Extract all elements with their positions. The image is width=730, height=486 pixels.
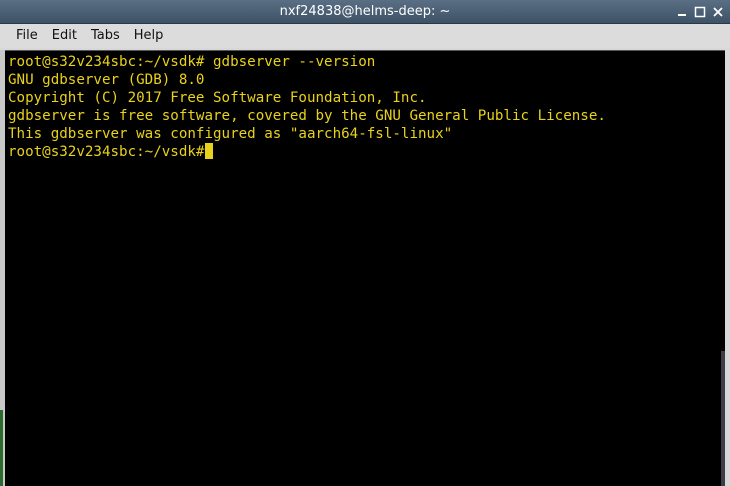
window-title: nxf24838@helms-deep: ~ <box>279 4 451 19</box>
prompt-text: root@s32v234sbc:~/vsdk# <box>8 144 205 160</box>
menu-edit[interactable]: Edit <box>45 25 84 47</box>
terminal-line-prompt: root@s32v234sbc:~/vsdk# <box>8 143 725 161</box>
background-window-edge <box>0 410 3 486</box>
window-controls <box>674 4 726 20</box>
maximize-button[interactable] <box>692 4 708 20</box>
minimize-icon <box>678 14 686 16</box>
terminal-output[interactable]: root@s32v234sbc:~/vsdk# gdbserver --vers… <box>5 50 725 486</box>
close-icon <box>713 7 723 17</box>
terminal-lines: root@s32v234sbc:~/vsdk# gdbserver --vers… <box>8 53 725 161</box>
terminal-scrollbar[interactable] <box>721 51 725 486</box>
text-cursor <box>205 143 214 159</box>
scrollbar-thumb[interactable] <box>721 351 725 486</box>
minimize-button[interactable] <box>674 4 690 20</box>
title-bar[interactable]: nxf24838@helms-deep: ~ <box>0 0 730 24</box>
close-button[interactable] <box>710 4 726 20</box>
menu-file[interactable]: File <box>9 25 45 47</box>
maximize-icon <box>694 6 706 18</box>
menu-bar: File Edit Tabs Help <box>0 24 730 48</box>
menu-help[interactable]: Help <box>127 25 171 47</box>
terminal-line-license: gdbserver is free software, covered by t… <box>8 108 606 124</box>
terminal-line-version: GNU gdbserver (GDB) 8.0 <box>8 72 205 88</box>
terminal-window: nxf24838@helms-deep: ~ File Edit Tabs He… <box>0 0 730 486</box>
terminal-line-config: This gdbserver was configured as "aarch6… <box>8 126 453 142</box>
terminal-line-command: root@s32v234sbc:~/vsdk# gdbserver --vers… <box>8 54 376 70</box>
terminal-line-copyright: Copyright (C) 2017 Free Software Foundat… <box>8 90 427 106</box>
menu-tabs[interactable]: Tabs <box>84 25 127 47</box>
